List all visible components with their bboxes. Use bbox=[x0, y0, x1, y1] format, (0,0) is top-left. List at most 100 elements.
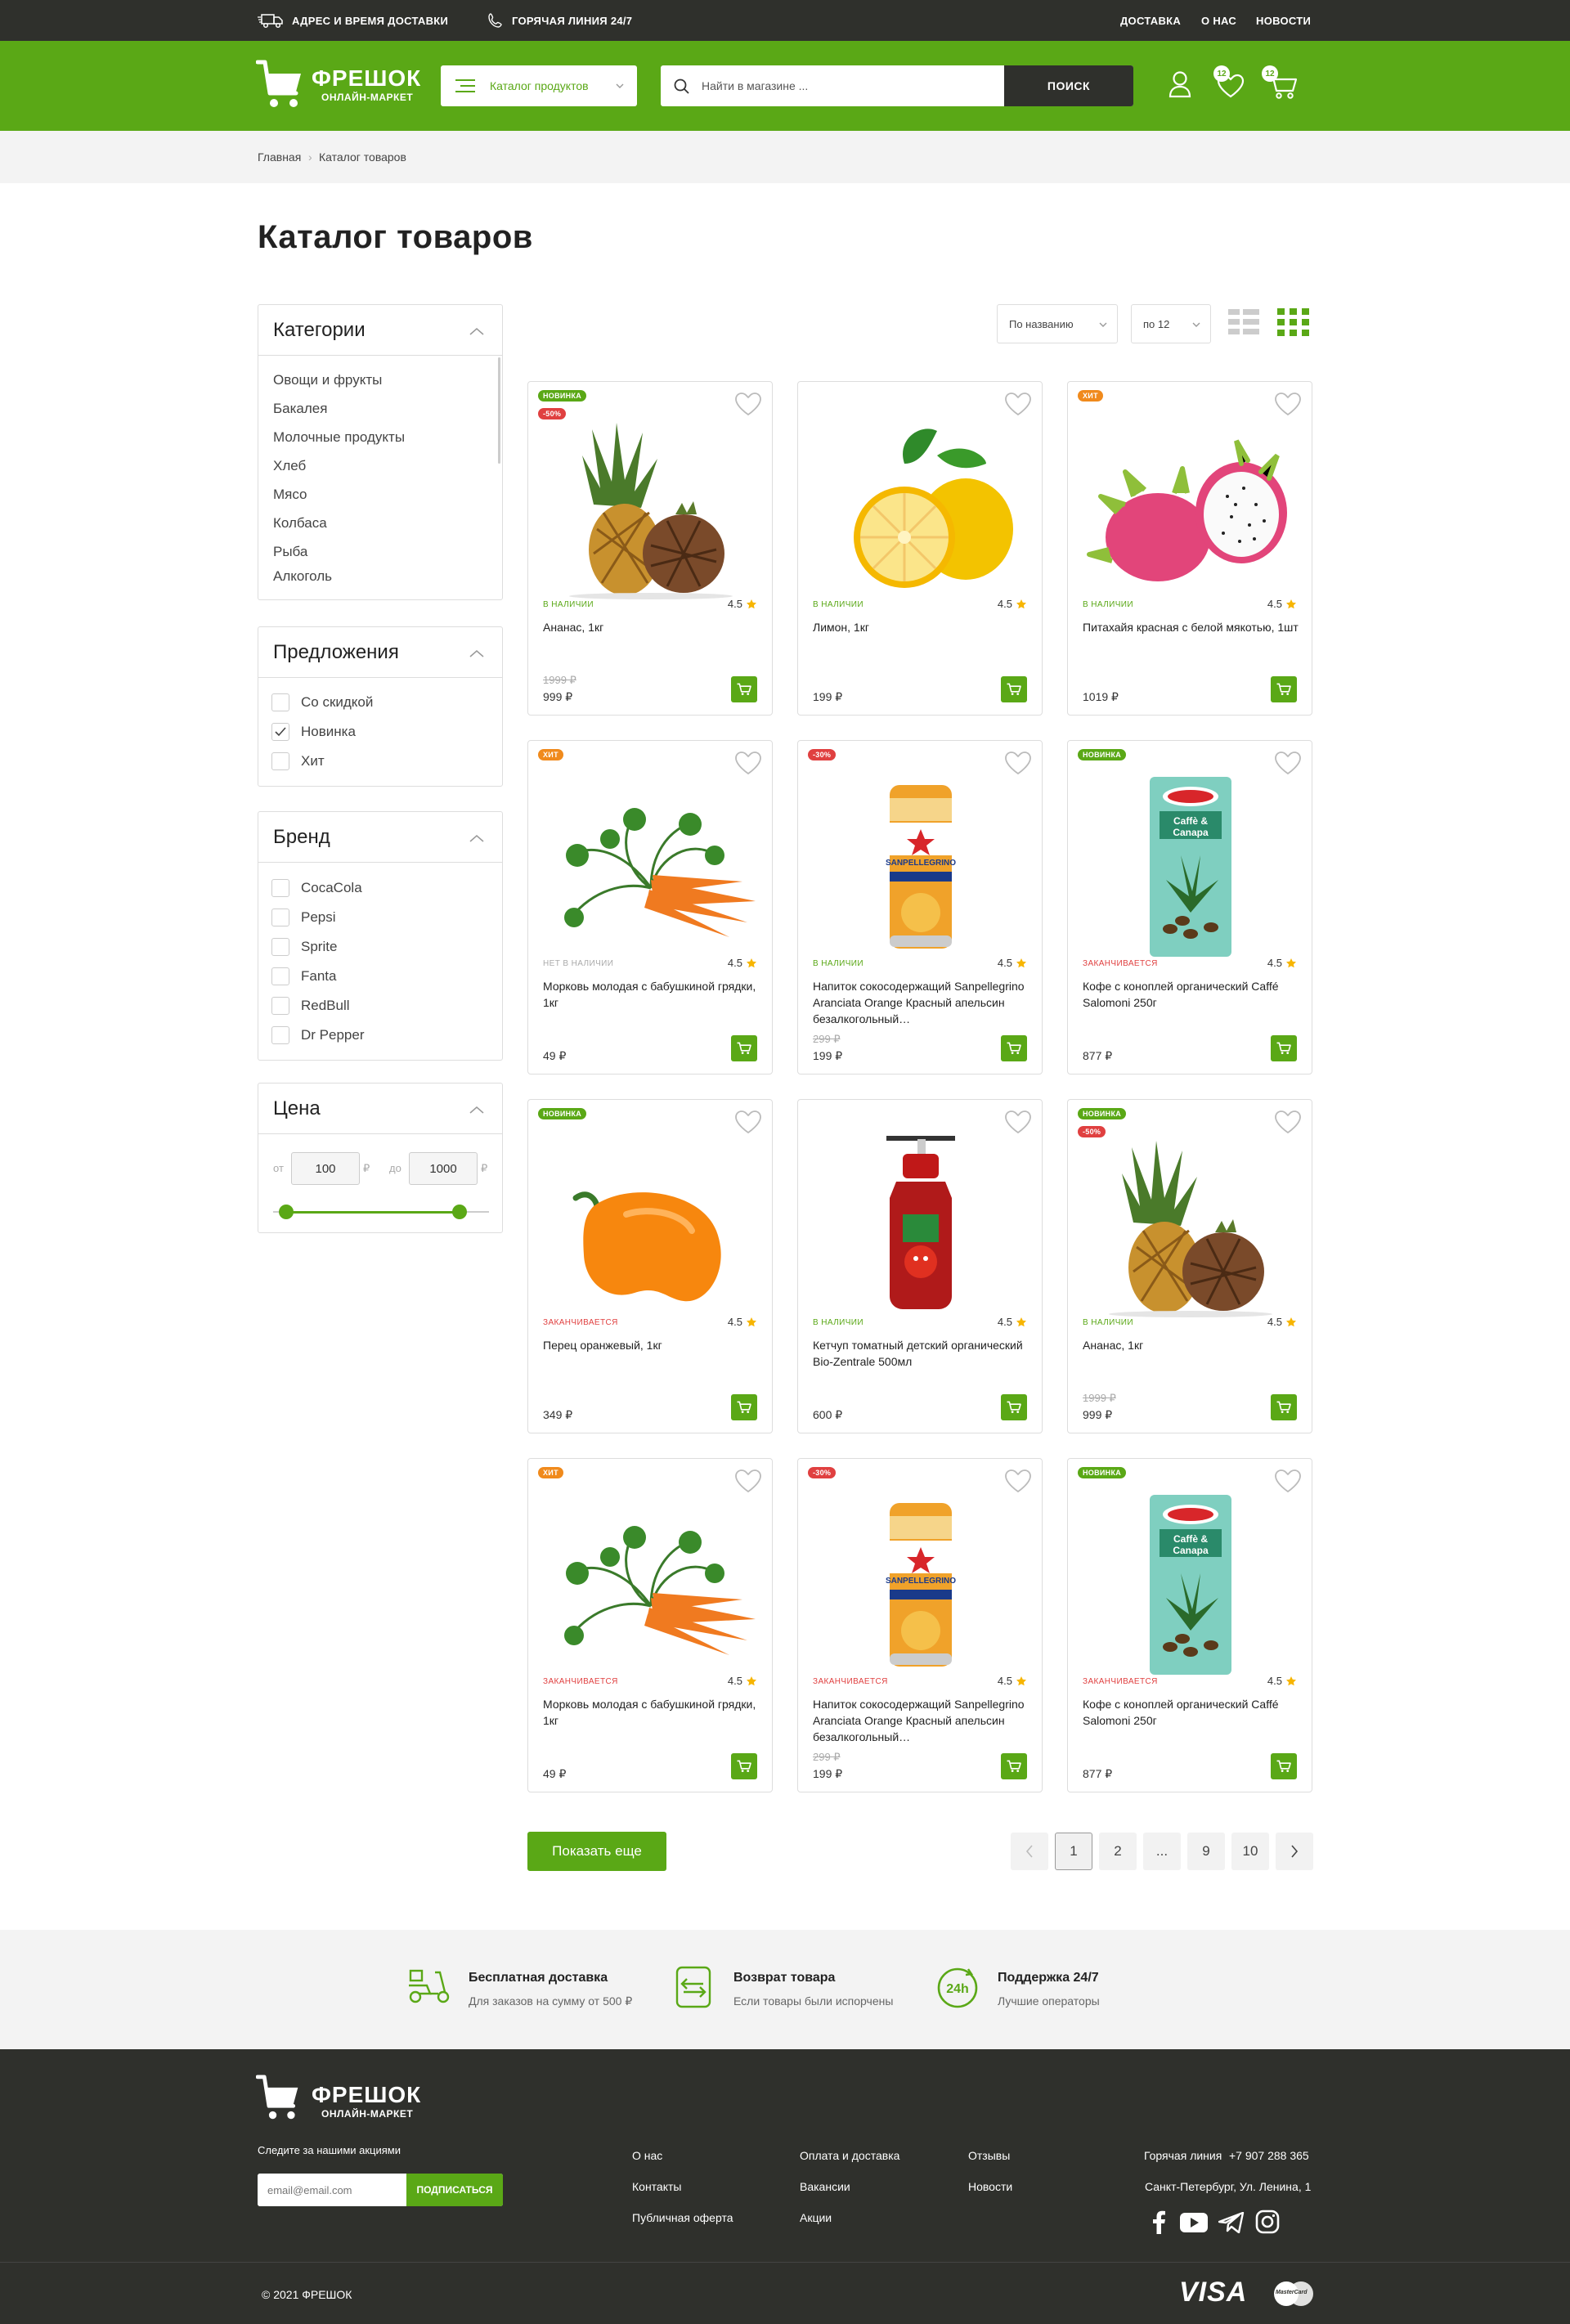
category-item[interactable]: Колбаса bbox=[273, 515, 327, 532]
product-card[interactable]: -30% SANPELLEGRINO В НАЛИЧИИ 4.5 Напиток сок… bbox=[797, 740, 1043, 1075]
product-image-carrot[interactable] bbox=[528, 1483, 772, 1680]
grid-view-icon[interactable] bbox=[1277, 308, 1310, 336]
delivery-link[interactable]: АДРЕС И ВРЕМЯ ДОСТАВКИ bbox=[258, 0, 448, 41]
search-input[interactable] bbox=[702, 65, 996, 106]
price-to-input[interactable]: 1000 bbox=[409, 1152, 478, 1185]
price-from-input[interactable]: 100 bbox=[291, 1152, 360, 1185]
product-name[interactable]: Ананас, 1кг bbox=[543, 619, 760, 668]
footer-link[interactable]: Вакансии bbox=[800, 2180, 850, 2193]
footer-link[interactable]: Публичная оферта bbox=[632, 2211, 733, 2224]
product-name[interactable]: Питахайя красная с белой мякотью, 1шт bbox=[1083, 619, 1299, 668]
add-to-cart-button[interactable] bbox=[731, 1753, 757, 1779]
product-card[interactable]: НОВИНКА -50% В НАЛИЧИИ 4.5 Ананас, 1кг 1999 ₽… bbox=[527, 381, 773, 716]
checkbox-hit[interactable] bbox=[271, 752, 289, 770]
checkbox-brand[interactable] bbox=[271, 1026, 289, 1044]
add-to-cart-button[interactable] bbox=[1001, 1035, 1027, 1061]
add-to-cart-button[interactable] bbox=[731, 1394, 757, 1420]
checkbox-brand[interactable] bbox=[271, 938, 289, 956]
product-card[interactable]: -30% SANPELLEGRINO ЗАКАНЧИВАЕТСЯ 4.5 Напиток… bbox=[797, 1458, 1043, 1792]
category-item[interactable]: Алкоголь bbox=[273, 568, 332, 585]
filter-brand-header[interactable]: Бренд bbox=[258, 812, 502, 863]
telegram-icon[interactable] bbox=[1218, 2212, 1245, 2233]
product-card[interactable]: ХИТ ЗАКАНЧИВАЕТСЯ 4.5 Морковь молодая с баб… bbox=[527, 1458, 773, 1792]
product-image-ketchup[interactable] bbox=[798, 1124, 1042, 1321]
product-image-pineapple[interactable] bbox=[1068, 1124, 1312, 1321]
product-name[interactable]: Напиток сокосодержащий Sanpellegrino Ara… bbox=[813, 978, 1029, 1027]
add-to-cart-button[interactable] bbox=[1271, 1394, 1297, 1420]
wishlist-button[interactable]: 12 bbox=[1213, 65, 1246, 98]
per-page-select[interactable]: по 12 bbox=[1131, 304, 1211, 343]
product-name[interactable]: Кофе с коноплей органический Caffé Salom… bbox=[1083, 978, 1299, 1027]
breadcrumb-home[interactable]: Главная bbox=[258, 150, 301, 164]
checkbox-brand[interactable] bbox=[271, 909, 289, 926]
product-name[interactable]: Кофе с коноплей органический Caffé Salom… bbox=[1083, 1696, 1299, 1745]
product-image-pepper[interactable] bbox=[528, 1124, 772, 1321]
checkbox-brand[interactable] bbox=[271, 997, 289, 1015]
footer-logo[interactable]: ФРЕШОК ОНЛАЙН-МАРКЕТ bbox=[256, 2074, 420, 2123]
topnav-delivery[interactable]: ДОСТАВКА bbox=[1120, 0, 1181, 41]
hotline-link[interactable]: ГОРЯЧАЯ ЛИНИЯ 24/7 bbox=[487, 0, 632, 41]
product-image-coffee[interactable]: Caffè & Canapa bbox=[1068, 1483, 1312, 1680]
page-button[interactable]: 10 bbox=[1231, 1833, 1269, 1870]
product-card[interactable]: ХИТ НЕТ В НАЛИЧИИ 4.5 Морковь молодая с баб… bbox=[527, 740, 773, 1075]
logo[interactable]: ФРЕШОК ОНЛАЙН-МАРКЕТ bbox=[256, 59, 420, 113]
product-name[interactable]: Морковь молодая с бабушкиной грядки, 1кг bbox=[543, 1696, 760, 1745]
product-card[interactable]: В НАЛИЧИИ 4.5 Лимон, 1кг 199 ₽ bbox=[797, 381, 1043, 716]
next-page-button[interactable] bbox=[1276, 1833, 1313, 1870]
filter-offers-header[interactable]: Предложения bbox=[258, 627, 502, 678]
product-name[interactable]: Кетчуп томатный детский органический Bio… bbox=[813, 1337, 1029, 1386]
filter-price-header[interactable]: Цена bbox=[258, 1083, 502, 1134]
filter-categories-header[interactable]: Категории bbox=[258, 305, 502, 356]
checkbox-brand[interactable] bbox=[271, 967, 289, 985]
product-image-lemon[interactable] bbox=[798, 406, 1042, 603]
product-card[interactable]: НОВИНКА ЗАКАНЧИВАЕТСЯ 4.5 Перец оранжевый, … bbox=[527, 1099, 773, 1433]
footer-link[interactable]: Акции bbox=[800, 2211, 832, 2224]
category-item[interactable]: Молочные продукты bbox=[273, 429, 405, 446]
search-button[interactable]: ПОИСК bbox=[1004, 65, 1133, 106]
sort-select[interactable]: По названию bbox=[997, 304, 1118, 343]
facebook-icon[interactable] bbox=[1151, 2210, 1166, 2234]
product-card[interactable]: В НАЛИЧИИ 4.5 Кетчуп томатный детский орга… bbox=[797, 1099, 1043, 1433]
footer-link[interactable]: Новости bbox=[968, 2180, 1012, 2193]
product-card[interactable]: НОВИНКА Caffè & Canapa ЗАКАНЧИВАЕТСЯ 4.5 Кофе… bbox=[1067, 740, 1312, 1075]
product-name[interactable]: Перец оранжевый, 1кг bbox=[543, 1337, 760, 1386]
subscribe-button[interactable]: ПОДПИСАТЬСЯ bbox=[406, 2174, 503, 2206]
checkbox-brand[interactable] bbox=[271, 879, 289, 897]
page-button[interactable]: 2 bbox=[1099, 1833, 1137, 1870]
product-image-can[interactable]: SANPELLEGRINO bbox=[798, 765, 1042, 962]
product-name[interactable]: Напиток сокосодержащий Sanpellegrino Ara… bbox=[813, 1696, 1029, 1745]
footer-link[interactable]: Отзывы bbox=[968, 2149, 1010, 2162]
product-name[interactable]: Морковь молодая с бабушкиной грядки, 1кг bbox=[543, 978, 760, 1027]
product-name[interactable]: Ананас, 1кг bbox=[1083, 1337, 1299, 1386]
prev-page-button[interactable] bbox=[1011, 1833, 1048, 1870]
product-name[interactable]: Лимон, 1кг bbox=[813, 619, 1029, 668]
category-item[interactable]: Овощи и фрукты bbox=[273, 372, 382, 388]
email-input[interactable] bbox=[258, 2174, 406, 2206]
show-more-button[interactable]: Показать еще bbox=[527, 1832, 666, 1871]
footer-link[interactable]: Оплата и доставка bbox=[800, 2149, 899, 2162]
hotline-phone[interactable]: +7 907 288 365 bbox=[1229, 2149, 1309, 2162]
product-image-pineapple[interactable] bbox=[528, 406, 772, 603]
price-slider-max-handle[interactable] bbox=[452, 1205, 467, 1219]
instagram-icon[interactable] bbox=[1255, 2210, 1280, 2234]
page-button[interactable]: 9 bbox=[1187, 1833, 1225, 1870]
add-to-cart-button[interactable] bbox=[1001, 1394, 1027, 1420]
add-to-cart-button[interactable] bbox=[1001, 676, 1027, 702]
product-card[interactable]: НОВИНКА -50% В НАЛИЧИИ 4.5 Ананас, 1кг 1999 ₽… bbox=[1067, 1099, 1312, 1433]
checkbox-discount[interactable] bbox=[271, 693, 289, 711]
add-to-cart-button[interactable] bbox=[1271, 1035, 1297, 1061]
price-slider-min-handle[interactable] bbox=[279, 1205, 294, 1219]
footer-link[interactable]: Контакты bbox=[632, 2180, 681, 2193]
product-image-can[interactable]: SANPELLEGRINO bbox=[798, 1483, 1042, 1680]
page-button-current[interactable]: 1 bbox=[1055, 1833, 1092, 1870]
add-to-cart-button[interactable] bbox=[1001, 1753, 1027, 1779]
scrollbar[interactable] bbox=[498, 357, 500, 464]
checkbox-new[interactable] bbox=[271, 723, 289, 741]
add-to-cart-button[interactable] bbox=[1271, 676, 1297, 702]
topnav-about[interactable]: О НАС bbox=[1201, 0, 1236, 41]
list-view-icon[interactable] bbox=[1228, 309, 1259, 335]
user-icon[interactable] bbox=[1168, 70, 1192, 98]
product-image-coffee[interactable]: Caffè & Canapa bbox=[1068, 765, 1312, 962]
product-image-carrot[interactable] bbox=[528, 765, 772, 962]
youtube-icon[interactable] bbox=[1180, 2213, 1208, 2232]
